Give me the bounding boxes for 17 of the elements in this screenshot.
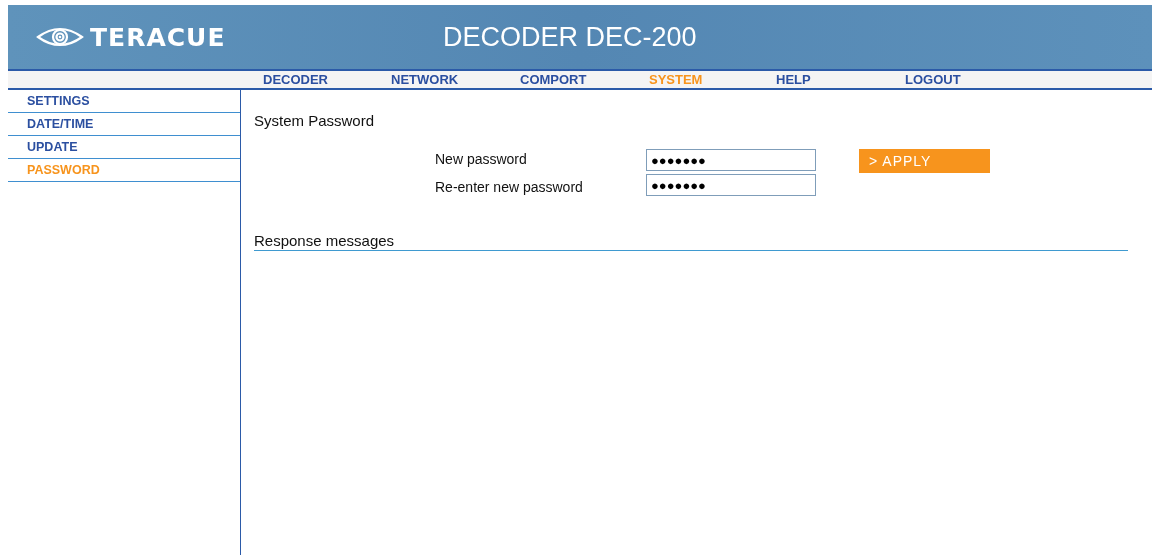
password-field[interactable]: ●●●●●●● <box>646 174 816 196</box>
nav-tab[interactable]: DECODER <box>263 71 391 88</box>
section-title: System Password <box>254 112 376 129</box>
logo-text: TERACUE <box>90 22 226 52</box>
nav-tab[interactable]: NETWORK <box>391 71 520 88</box>
page-title: DECODER DEC-200 <box>443 21 697 53</box>
eye-logo-icon <box>36 25 84 49</box>
nav-tab[interactable]: COMPORT <box>520 71 649 88</box>
nav-tab[interactable]: HELP <box>776 71 905 88</box>
sidebar-item[interactable]: SETTINGS <box>8 90 240 113</box>
sidebar-item[interactable]: DATE/TIME <box>8 113 240 136</box>
response-heading: Response messages <box>254 232 1128 251</box>
nav-tab[interactable]: LOGOUT <box>905 71 961 88</box>
password-field[interactable]: ●●●●●●● <box>646 149 816 171</box>
field-label: Re-enter new password <box>435 178 584 197</box>
field-label: New password <box>435 150 528 169</box>
sidebar-item[interactable]: UPDATE <box>8 136 240 159</box>
